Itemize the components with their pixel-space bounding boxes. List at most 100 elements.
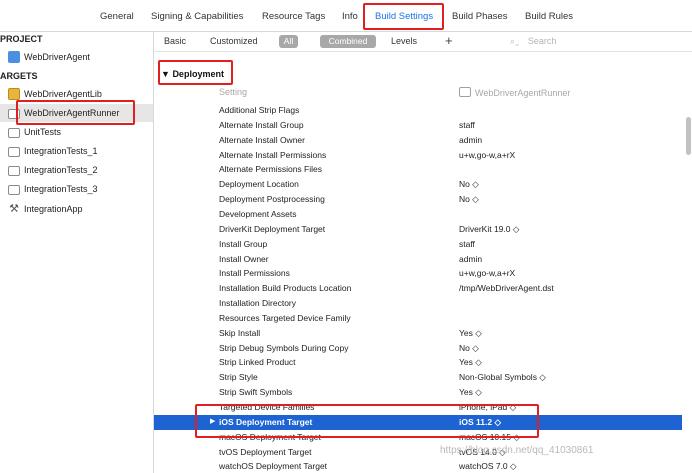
tab-build-settings[interactable]: Build Settings [375, 11, 433, 22]
setting-row[interactable]: Installation Build Products Location/tmp… [154, 281, 682, 296]
setting-row[interactable]: macOS Deployment Target macOS 10.15 ◇ [154, 430, 682, 445]
library-icon [8, 88, 20, 100]
setting-value[interactable]: No ◇ [459, 179, 479, 190]
setting-value[interactable]: Yes ◇ [459, 357, 482, 368]
sidebar-item-target[interactable]: ⚒ IntegrationApp [8, 200, 83, 218]
tab-signing-capabilities[interactable]: Signing & Capabilities [151, 11, 243, 22]
setting-row[interactable]: Install Owner admin [154, 252, 682, 267]
setting-row[interactable]: Alternate Install Group staff [154, 118, 682, 133]
app-target-icon: ⚒ [9, 203, 19, 215]
sidebar-item-label: UnitTests [24, 127, 62, 137]
setting-value[interactable]: iOS 11.2 ◇ [459, 417, 501, 428]
setting-row[interactable]: Installation Directory [154, 296, 682, 311]
target-column-header: WebDriverAgentRunner [459, 87, 570, 98]
setting-row[interactable]: Strip Swift Symbols Yes ◇ [154, 385, 682, 400]
test-bundle-icon [8, 108, 20, 119]
sidebar-item-target-selected[interactable]: WebDriverAgentRunner [0, 104, 153, 122]
filter-combined[interactable]: Combined [320, 35, 376, 48]
setting-row[interactable]: Development Assets [154, 207, 682, 222]
setting-row[interactable]: DriverKit Deployment Target DriverKit 19.… [154, 222, 682, 237]
tab-general[interactable]: General [100, 11, 134, 22]
setting-row[interactable]: Alternate Install Permissions u+w,go-w,a+… [154, 148, 682, 163]
setting-row[interactable]: ▶ iOS Deployment Target iOS 11.2 ◇ [154, 414, 682, 430]
project-navigator-sidebar: PROJECT WebDriverAgent ARGETS WebDriverA… [0, 32, 154, 473]
build-settings-filter-bar: Basic Customized All Combined Levels + ⌕… [154, 32, 692, 52]
setting-value[interactable]: staff [459, 120, 475, 130]
add-setting-button[interactable]: + [445, 33, 453, 48]
setting-value[interactable]: DriverKit 19.0 ◇ [459, 224, 519, 235]
setting-row[interactable]: Strip Debug Symbols During Copy No ◇ [154, 341, 682, 356]
tab-resource-tags[interactable]: Resource Tags [262, 11, 325, 22]
setting-row[interactable]: Strip Linked Product Yes ◇ [154, 355, 682, 370]
setting-value[interactable]: /tmp/WebDriverAgent.dst [459, 283, 554, 293]
setting-value[interactable]: u+w,go-w,a+rX [459, 150, 515, 160]
tab-info[interactable]: Info [342, 11, 358, 22]
setting-name: Skip Install [219, 327, 261, 338]
setting-row[interactable]: Alternate Install Owner admin [154, 133, 682, 148]
setting-row[interactable]: Resources Targeted Device Family [154, 311, 682, 326]
setting-name: watchOS Deployment Target [219, 461, 328, 472]
setting-row[interactable]: Deployment Postprocessing No ◇ [154, 192, 682, 207]
setting-row[interactable]: Alternate Permissions Files [154, 162, 682, 177]
setting-value[interactable]: admin [459, 254, 482, 264]
sidebar-item-label: IntegrationTests_3 [24, 184, 98, 194]
search-field[interactable]: ⌕⌄ Search [510, 36, 556, 47]
setting-value[interactable]: Non-Global Symbols ◇ [459, 372, 546, 383]
setting-value[interactable]: Yes ◇ [459, 387, 482, 398]
setting-value[interactable]: No ◇ [459, 194, 479, 205]
filter-customized[interactable]: Customized [210, 36, 258, 46]
tab-build-rules[interactable]: Build Rules [525, 11, 573, 22]
watermark: https://blog.csdn.net/qq_41030861 [440, 445, 594, 456]
sidebar-item-target[interactable]: WebDriverAgentLib [8, 85, 102, 103]
sidebar-item-target[interactable]: IntegrationTests_1 [8, 142, 98, 160]
test-bundle-icon [8, 165, 20, 176]
setting-row[interactable]: Targeted Device Families iPhone, iPad ◇ [154, 400, 682, 415]
setting-value[interactable]: admin [459, 135, 482, 145]
setting-row[interactable]: tvOS Deployment Target tvOS 14.0 ◇ [154, 445, 682, 460]
setting-name: Install Owner [219, 253, 269, 264]
editor-tab-bar: General Signing & Capabilities Resource … [0, 0, 692, 32]
sidebar-item-project[interactable]: WebDriverAgent [8, 48, 90, 66]
search-icon: ⌕⌄ [510, 36, 520, 46]
setting-name: Installation Build Products Location [219, 283, 352, 294]
deployment-section-header[interactable]: ▼ Deployment [161, 69, 224, 79]
test-bundle-icon [8, 146, 20, 157]
filter-levels[interactable]: Levels [391, 36, 417, 46]
setting-row[interactable]: watchOS Deployment Target watchOS 7.0 ◇ [154, 459, 682, 473]
setting-name: Alternate Install Owner [219, 134, 305, 145]
setting-row[interactable]: Skip Install Yes ◇ [154, 326, 682, 341]
setting-value[interactable]: watchOS 7.0 ◇ [459, 461, 517, 472]
setting-name: DriverKit Deployment Target [219, 223, 326, 234]
setting-value[interactable]: Yes ◇ [459, 328, 482, 339]
test-bundle-icon [8, 184, 20, 195]
filter-basic[interactable]: Basic [164, 36, 186, 46]
setting-value[interactable]: No ◇ [459, 343, 479, 354]
setting-name: Additional Strip Flags [219, 105, 300, 115]
tab-build-phases[interactable]: Build Phases [452, 11, 507, 22]
sidebar-item-target[interactable]: IntegrationTests_2 [8, 161, 98, 179]
setting-name: Strip Debug Symbols During Copy [219, 342, 349, 353]
setting-value[interactable]: u+w,go-w,a+rX [459, 268, 515, 278]
project-section-header: PROJECT [0, 34, 43, 44]
project-file-icon [8, 51, 20, 63]
setting-row[interactable]: Strip Style Non-Global Symbols ◇ [154, 370, 682, 385]
setting-name: tvOS Deployment Target [219, 446, 312, 457]
sidebar-item-label: WebDriverAgentRunner [24, 108, 120, 118]
sidebar-item-label: IntegrationApp [24, 204, 83, 214]
setting-value[interactable]: iPhone, iPad ◇ [459, 402, 516, 413]
disclosure-triangle-icon[interactable]: ▶ [210, 417, 215, 425]
vertical-scrollbar[interactable] [686, 117, 691, 155]
setting-row[interactable]: Install Group staff [154, 237, 682, 252]
sidebar-item-label: WebDriverAgent [24, 52, 90, 62]
filter-all[interactable]: All [279, 35, 298, 48]
setting-row[interactable]: Install Permissions u+w,go-w,a+rX [154, 266, 682, 281]
sidebar-item-label: WebDriverAgentLib [24, 89, 102, 99]
setting-row[interactable]: Additional Strip Flags [154, 103, 682, 118]
setting-value[interactable]: staff [459, 239, 475, 249]
disclosure-triangle-icon: ▼ [161, 69, 170, 79]
setting-column-header: Setting [219, 87, 248, 97]
sidebar-item-target[interactable]: UnitTests [8, 123, 61, 141]
setting-value[interactable]: macOS 10.15 ◇ [459, 432, 520, 443]
sidebar-item-target[interactable]: IntegrationTests_3 [8, 180, 98, 198]
setting-row[interactable]: Deployment Location No ◇ [154, 177, 682, 192]
